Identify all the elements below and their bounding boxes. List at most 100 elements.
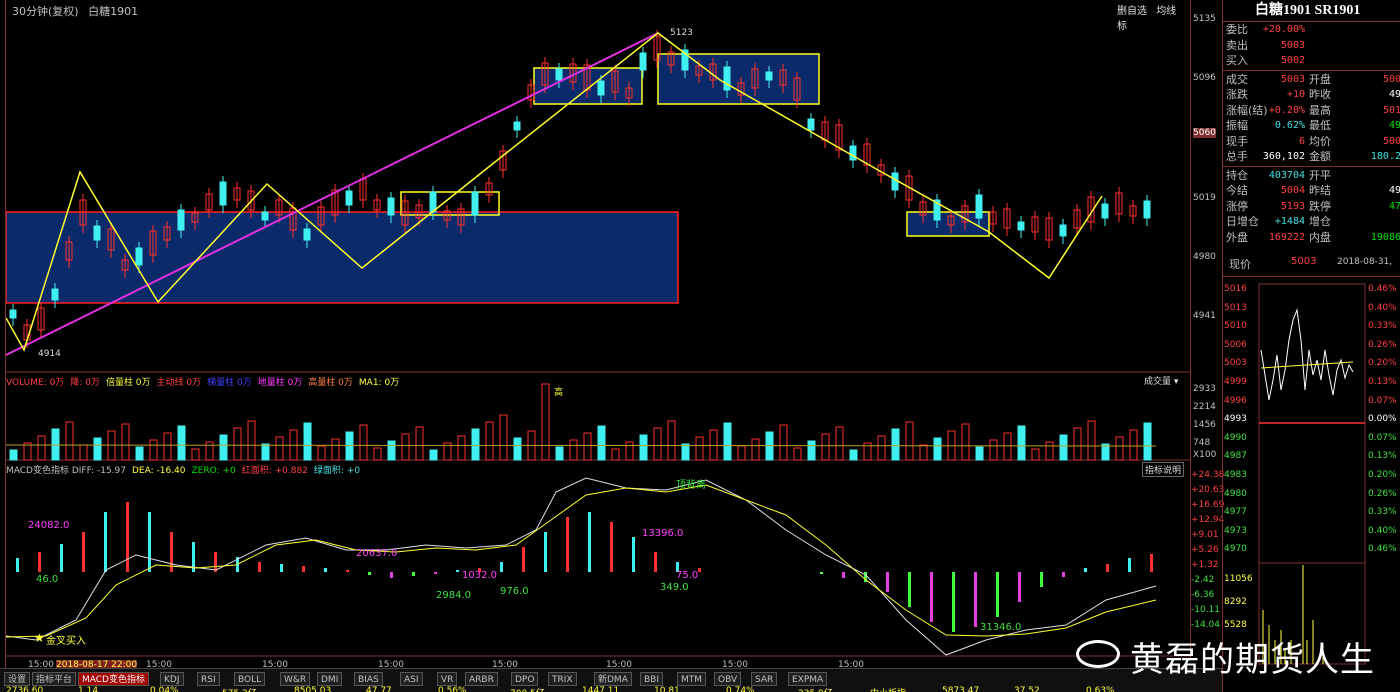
intraday-pct: 0.40% bbox=[1368, 525, 1397, 536]
quote-key: 成交 bbox=[1226, 72, 1248, 86]
candle-body bbox=[597, 80, 605, 96]
volume-legend: VOLUME: 0万 降: 0万 倍量柱 0万 主动线 0万 梯量柱 0万 地量柱 0万高… bbox=[6, 375, 405, 388]
macd-tick: +20.63 bbox=[1191, 485, 1225, 495]
macd-bar bbox=[632, 537, 635, 572]
volume-bar bbox=[821, 433, 830, 461]
intraday-price: 4987 bbox=[1224, 451, 1247, 462]
volume-bar bbox=[989, 439, 998, 461]
indicator-tab[interactable]: DMI bbox=[317, 672, 343, 686]
macd-legend-item: MACD变色指标 DIFF: -15.97 bbox=[6, 466, 126, 476]
volume-legend-item: VOLUME: 0万 bbox=[6, 378, 65, 388]
indicator-tab[interactable]: 新DMA bbox=[594, 672, 632, 686]
indicator-tab[interactable]: ARBR bbox=[465, 672, 498, 686]
status-value: 5873.47 bbox=[942, 686, 980, 692]
candle-body bbox=[807, 118, 815, 131]
kline-chart[interactable] bbox=[6, 0, 1190, 660]
indicator-tab[interactable]: SAR bbox=[751, 672, 778, 686]
intraday-price: 5010 bbox=[1224, 321, 1247, 332]
macd-bar bbox=[654, 552, 657, 572]
volume-bar bbox=[121, 423, 130, 461]
volume-bar bbox=[1115, 436, 1124, 461]
macd-annotation: 24082.0 bbox=[28, 520, 70, 531]
indicator-tab[interactable]: DPO bbox=[511, 672, 539, 686]
trendline-magenta bbox=[6, 32, 659, 356]
intraday-price: 5006 bbox=[1224, 339, 1247, 350]
quote-row: 日增仓 +1484 增仓 bbox=[1223, 214, 1400, 229]
volume-legend-item: 主动线 0万 bbox=[156, 378, 202, 388]
quote-key: 增仓 bbox=[1309, 215, 1331, 228]
macd-bar bbox=[698, 568, 701, 572]
indicator-tab[interactable]: 指标平台 bbox=[32, 672, 77, 686]
volume-bar bbox=[919, 444, 928, 461]
indicator-tab[interactable]: RSI bbox=[197, 672, 220, 686]
macd-bar bbox=[346, 570, 349, 572]
indicator-tab[interactable]: ASI bbox=[400, 672, 423, 686]
ma-button[interactable]: 均线 bbox=[1156, 6, 1176, 17]
indicator-tab[interactable]: OBV bbox=[714, 672, 742, 686]
quote-value: 5193 bbox=[1280, 200, 1305, 212]
quote-value: +1484 bbox=[1274, 216, 1305, 227]
candle-body bbox=[261, 211, 269, 221]
volume-legend-item: 高量柱 0万 bbox=[308, 378, 353, 388]
quote-key: 涨幅(结) bbox=[1226, 103, 1268, 117]
indicator-tab[interactable]: VR bbox=[437, 672, 458, 686]
macd-bar bbox=[280, 564, 283, 572]
volume-dropdown[interactable]: 成交量 ▾ bbox=[1144, 374, 1190, 387]
indicator-help-button[interactable]: 指标说明 bbox=[1142, 462, 1185, 477]
macd-bar bbox=[214, 552, 217, 572]
macd-legend-item: 绿面积: +0 bbox=[313, 466, 361, 476]
macd-bar bbox=[1128, 558, 1131, 572]
volume-bar bbox=[135, 446, 144, 461]
indicator-tab[interactable]: BBI bbox=[640, 672, 664, 686]
chart-area[interactable]: 30分钟(复权) 白糖1901 删自选 均线 标 5123 4914 高 VOL… bbox=[6, 0, 1190, 670]
indicator-tab[interactable]: BIAS bbox=[354, 672, 383, 686]
indicator-tab[interactable]: KDJ bbox=[160, 672, 184, 686]
macd-bar bbox=[148, 512, 151, 572]
indicator-tab[interactable]: W&R bbox=[280, 672, 311, 686]
quote-value: 49 bbox=[1388, 120, 1400, 131]
volume-bar bbox=[975, 446, 984, 461]
indicator-tab[interactable]: 设置 bbox=[4, 672, 31, 686]
volume-bar bbox=[219, 434, 228, 461]
quote-value: 500 bbox=[1382, 135, 1400, 147]
quote-key: 今结 bbox=[1226, 184, 1248, 197]
volume-legend-item: 降: 0万 bbox=[70, 378, 100, 388]
volume-bar bbox=[1045, 441, 1054, 461]
remove-favorite-button[interactable]: 删自选 bbox=[1117, 6, 1147, 17]
quote-panel: 白糖1901 SR1901 委比 +20.00% 卖出 5003 买入 5002 成交 500… bbox=[1222, 0, 1400, 692]
candle-body bbox=[219, 181, 227, 206]
indicator-tab[interactable]: MACD变色指标 bbox=[78, 672, 149, 686]
macd-bar bbox=[952, 572, 955, 632]
volume-bar bbox=[807, 440, 816, 461]
intraday-pct: 0.40% bbox=[1368, 302, 1397, 313]
volume-bar bbox=[849, 449, 858, 461]
indicator-tab[interactable]: TRIX bbox=[548, 672, 577, 686]
quote-value: 49 bbox=[1388, 89, 1400, 100]
volume-bar bbox=[79, 444, 88, 461]
high-label: 5123 bbox=[670, 28, 693, 38]
quote-key: 均价 bbox=[1309, 134, 1331, 148]
volume-legend-item: 地量柱 0万 bbox=[257, 378, 303, 388]
macd-bar bbox=[996, 572, 999, 617]
quote-value: 47 bbox=[1388, 200, 1400, 212]
mark-button[interactable]: 标 bbox=[1117, 21, 1127, 32]
intraday-price: 4999 bbox=[1224, 377, 1247, 387]
status-value: 10.81 bbox=[654, 686, 680, 692]
dea-line bbox=[6, 484, 1157, 638]
volume-bar bbox=[793, 447, 802, 461]
candle-body bbox=[471, 191, 479, 216]
price-tick: 5060 bbox=[1193, 128, 1216, 138]
quote-value: 500 bbox=[1382, 73, 1400, 85]
symbol-label: 白糖1901 bbox=[88, 5, 139, 18]
volume-legend-item: 梯量柱 0万 bbox=[207, 378, 252, 388]
volume-bar bbox=[513, 437, 522, 461]
volume-legend-item: MA1: 0万 bbox=[358, 378, 400, 388]
indicator-tab[interactable]: MTM bbox=[677, 672, 707, 686]
indicator-tab[interactable]: EXPMA bbox=[788, 672, 828, 686]
indicator-tab[interactable]: BOLL bbox=[234, 672, 266, 686]
range-box-big bbox=[6, 211, 679, 304]
volume-bar bbox=[93, 437, 102, 461]
candle-body bbox=[177, 209, 185, 231]
volume-bar bbox=[597, 425, 606, 461]
macd-tick: +24.38 bbox=[1191, 470, 1225, 480]
